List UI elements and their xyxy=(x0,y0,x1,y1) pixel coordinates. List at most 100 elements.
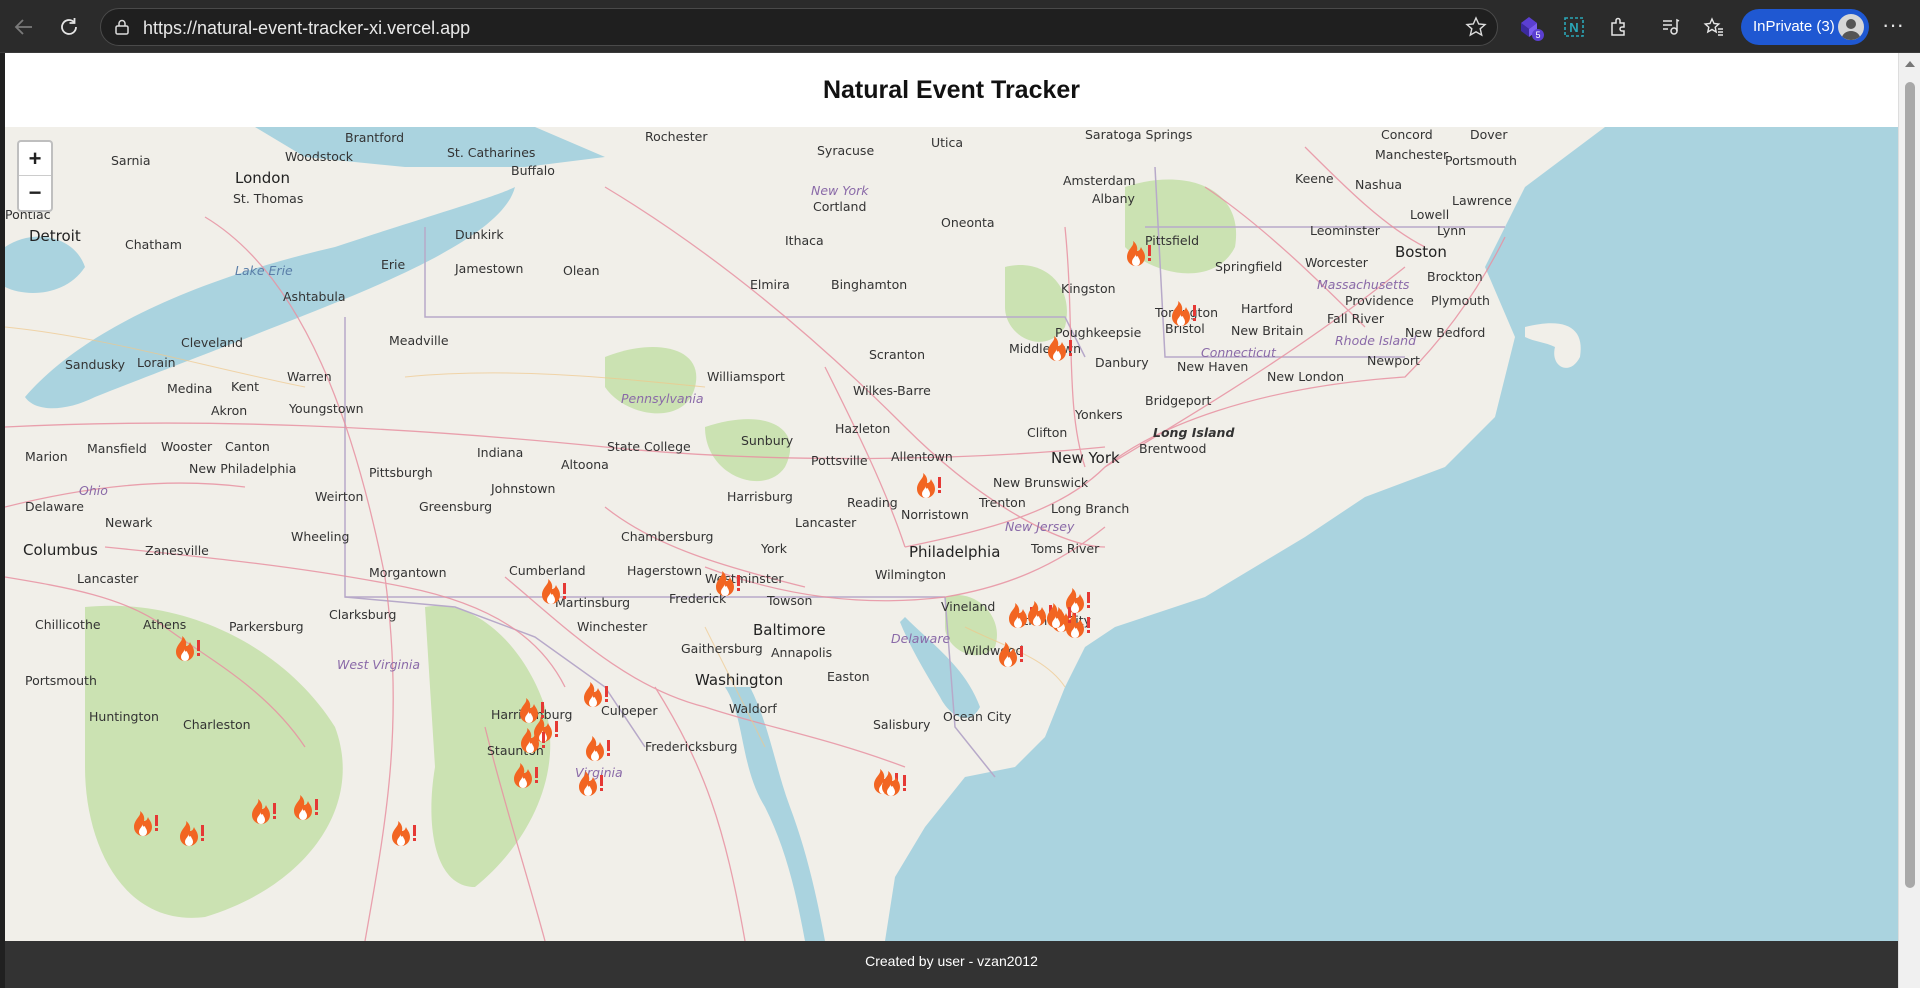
favorites-icon[interactable] xyxy=(1700,13,1728,41)
place-label: Greensburg xyxy=(419,499,493,514)
place-label: Norristown xyxy=(901,507,969,522)
place-label: New Haven xyxy=(1177,359,1249,374)
zoom-out-button[interactable]: − xyxy=(19,176,51,210)
place-label: Hartford xyxy=(1241,301,1294,316)
wildfire-icon[interactable] xyxy=(385,817,421,853)
wildfire-icon[interactable] xyxy=(577,678,613,714)
wildfire-icon[interactable] xyxy=(992,638,1028,674)
place-label: Danbury xyxy=(1095,355,1149,370)
place-label: Amsterdam xyxy=(1063,173,1136,188)
inprivate-button[interactable]: InPrivate (3) xyxy=(1741,9,1869,45)
place-label: Toms River xyxy=(1031,541,1100,556)
zoom-in-button[interactable]: + xyxy=(19,142,51,176)
place-label: Boston xyxy=(1395,243,1447,261)
wildfire-icon[interactable] xyxy=(579,732,615,768)
place-label: Philadelphia xyxy=(909,543,1001,561)
wildfire-icon[interactable] xyxy=(910,469,946,505)
place-label: Easton xyxy=(827,669,870,684)
place-label: London xyxy=(235,169,290,187)
lock-icon xyxy=(115,19,129,35)
place-label: Portsmouth xyxy=(25,673,97,688)
favorite-star-icon[interactable] xyxy=(1465,16,1487,38)
place-label: Ithaca xyxy=(785,233,824,248)
place-label: Akron xyxy=(211,403,248,418)
region-label: Pennsylvania xyxy=(621,391,704,406)
wildfire-icon[interactable] xyxy=(572,767,608,803)
wildfire-icon[interactable] xyxy=(1165,297,1201,333)
wildfire-icon[interactable] xyxy=(535,575,571,611)
wildfire-icon[interactable] xyxy=(507,759,543,795)
place-label: Brockton xyxy=(1427,269,1483,284)
back-button[interactable] xyxy=(8,11,40,43)
place-label: Saratoga Springs xyxy=(1085,127,1193,142)
wildfire-icon[interactable] xyxy=(173,817,209,853)
place-label: Pottsville xyxy=(811,453,868,468)
scroll-up-arrow-icon[interactable] xyxy=(1905,61,1915,67)
place-label: Sandusky xyxy=(65,357,126,372)
place-label: Chatham xyxy=(125,237,182,252)
place-label: Leominster xyxy=(1310,223,1380,238)
refresh-button[interactable] xyxy=(53,11,85,43)
wildfire-icon[interactable] xyxy=(245,795,281,831)
place-label: Providence xyxy=(1345,293,1414,308)
wildfire-icon[interactable] xyxy=(287,791,323,827)
wildfire-icon[interactable] xyxy=(1040,599,1076,635)
extension-copilot-icon[interactable]: 5 xyxy=(1516,13,1544,41)
wildfire-icon[interactable] xyxy=(169,632,205,668)
wildfire-icon[interactable] xyxy=(1041,332,1077,368)
wildfire-icon[interactable] xyxy=(875,767,911,803)
place-label: York xyxy=(761,541,788,556)
place-label: Lancaster xyxy=(795,515,857,530)
more-menu-button[interactable]: ··· xyxy=(1879,13,1907,41)
place-label: Salisbury xyxy=(873,717,931,732)
place-label: Parkersburg xyxy=(229,619,304,634)
media-control-icon[interactable] xyxy=(1656,13,1684,41)
place-label: Oneonta xyxy=(941,215,995,230)
place-label: Lynn xyxy=(1437,223,1467,238)
place-label: Huntington xyxy=(89,709,159,724)
place-label: Lorain xyxy=(137,355,176,370)
place-label: Marion xyxy=(25,449,68,464)
wildfire-icon[interactable] xyxy=(127,807,163,843)
address-bar[interactable]: https://natural-event-tracker-xi.vercel.… xyxy=(100,8,1498,46)
place-label: Allentown xyxy=(891,449,953,464)
page-scrollbar[interactable] xyxy=(1898,53,1920,988)
place-label: Delaware xyxy=(25,499,84,514)
place-label: Lancaster xyxy=(77,571,139,586)
place-label: Manchester xyxy=(1375,147,1449,162)
region-label: Lake Erie xyxy=(235,263,293,278)
scroll-thumb[interactable] xyxy=(1905,82,1915,888)
place-label: Medina xyxy=(167,381,213,396)
event-map[interactable]: Sarnia London Woodstock Brantford St. Ca… xyxy=(5,127,1898,941)
place-label: Erie xyxy=(381,257,406,272)
place-label: Jamestown xyxy=(455,261,524,276)
place-label: Concord xyxy=(1381,127,1433,142)
url-text[interactable]: https://natural-event-tracker-xi.vercel.… xyxy=(143,18,470,39)
place-label: Altoona xyxy=(561,457,609,472)
extensions-puzzle-icon[interactable] xyxy=(1605,13,1633,41)
place-label: Detroit xyxy=(29,227,81,245)
place-label: Chambersburg xyxy=(621,529,714,544)
place-label: Albany xyxy=(1092,191,1135,206)
place-label: Annapolis xyxy=(771,645,833,660)
place-label: St. Thomas xyxy=(233,191,304,206)
page-title: Natural Event Tracker xyxy=(822,76,1081,104)
place-label: Wilmington xyxy=(875,567,947,582)
place-label: Bridgeport xyxy=(1145,393,1212,408)
place-label: Wooster xyxy=(161,439,213,454)
place-label: Morgantown xyxy=(369,565,447,580)
refresh-icon xyxy=(61,18,77,35)
zoom-control: + − xyxy=(17,140,53,212)
wildfire-icon[interactable] xyxy=(709,567,745,603)
wildfire-icon[interactable] xyxy=(1120,237,1156,273)
place-label: New Brunswick xyxy=(993,475,1089,490)
place-label: Columbus xyxy=(23,541,98,559)
place-label: Mansfield xyxy=(87,441,147,456)
place-label: Trenton xyxy=(979,495,1026,510)
place-label: Clifton xyxy=(1027,425,1068,440)
wildfire-icon[interactable] xyxy=(514,724,550,760)
place-label: Buffalo xyxy=(511,163,555,178)
region-label: West Virginia xyxy=(337,657,421,672)
extension-notion-icon[interactable]: N xyxy=(1560,13,1588,41)
place-label: Syracuse xyxy=(817,143,875,158)
